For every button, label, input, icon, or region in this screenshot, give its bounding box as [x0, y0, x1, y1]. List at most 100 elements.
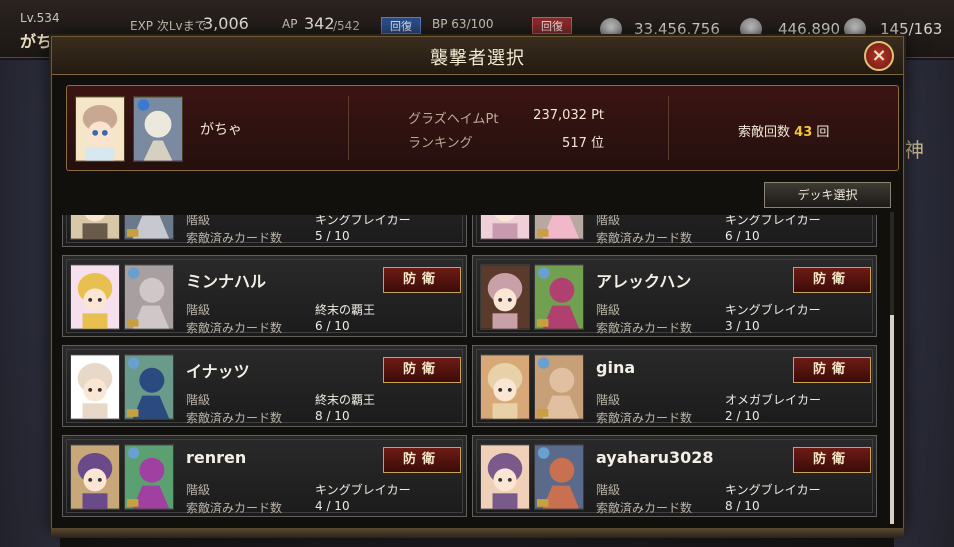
rank-value: キングブレイカー — [725, 483, 821, 497]
player-name: がちゃ — [200, 122, 242, 138]
rank-label: 階級 — [186, 393, 211, 407]
rank-label: 階級 — [596, 483, 621, 497]
ap-recover-button[interactable]: 回復 — [381, 17, 421, 34]
searched-cards-value: 6 / 10 — [315, 319, 350, 333]
search-count-suffix: 回 — [816, 125, 830, 140]
search-count-prefix: 索敵回数 — [738, 125, 791, 140]
rank-label: 階級 — [596, 393, 621, 407]
opponent-avatar — [70, 444, 120, 510]
opponent-card[interactable]: 防衛 階級 キングブレイカー 索敵済みカード数 6 / 10 — [472, 215, 877, 247]
points-label: グラズヘイムPt — [408, 112, 499, 127]
player-card-icon — [133, 96, 183, 162]
searched-cards-label: 索敵済みカード数 — [186, 321, 283, 335]
opponent-card-icon — [534, 444, 584, 510]
opponent-card[interactable]: gina 防衛 階級 オメガブレイカー 索敵済みカード数 2 / 10 — [472, 345, 877, 427]
dialog-frame-bottom — [51, 528, 904, 538]
searched-cards-value: 6 / 10 — [725, 229, 760, 243]
defend-button[interactable]: 防衛 — [793, 267, 871, 293]
rank-label: 階級 — [596, 303, 621, 317]
player-level: Lv.534 — [20, 11, 60, 25]
points-value: 237,032 Pt — [533, 108, 604, 123]
searched-cards-value: 4 / 10 — [315, 499, 350, 513]
opponent-card-icon — [534, 264, 584, 330]
rank-value: 終末の覇王 — [315, 303, 376, 317]
opponent-avatar — [70, 354, 120, 420]
rank-label: 階級 — [186, 215, 211, 227]
background-side-text: 神 — [904, 138, 924, 162]
player-summary: がちゃ グラズヘイムPt 237,032 Pt ランキング 517 位 索敵回数… — [66, 85, 899, 171]
close-button[interactable]: × — [864, 41, 894, 71]
defend-button[interactable]: 防衛 — [383, 267, 461, 293]
searched-cards-value: 8 / 10 — [725, 499, 760, 513]
opponent-card[interactable]: ミンナハル 防衛 階級 終末の覇王 索敵済みカード数 6 / 10 — [62, 255, 467, 337]
opponent-card-icon — [534, 215, 584, 240]
opponent-card[interactable]: 防衛 階級 キングブレイカー 索敵済みカード数 5 / 10 — [62, 215, 467, 247]
rank-value: キングブレイカー — [725, 303, 821, 317]
defend-button[interactable]: 防衛 — [793, 447, 871, 473]
ap-max: /542 — [333, 19, 360, 33]
dialog-header: 襲撃者選択 × — [52, 37, 903, 75]
searched-cards-label: 索敵済みカード数 — [186, 231, 283, 245]
rank-value: キングブレイカー — [315, 215, 411, 227]
exp-value: 3,006 — [203, 14, 249, 33]
searched-cards-label: 索敵済みカード数 — [186, 501, 283, 515]
opponent-avatar — [480, 444, 530, 510]
rank-value: 終末の覇王 — [315, 393, 376, 407]
opponent-card[interactable]: ayaharu3028 防衛 階級 キングブレイカー 索敵済みカード数 8 / … — [472, 435, 877, 517]
rank-value: オメガブレイカー — [725, 393, 822, 407]
ranking-value: 517 位 — [562, 136, 604, 151]
opponent-avatar — [70, 215, 120, 240]
defend-button[interactable]: 防衛 — [793, 357, 871, 383]
opponent-card[interactable]: イナッツ 防衛 階級 終末の覇王 索敵済みカード数 8 / 10 — [62, 345, 467, 427]
defend-button[interactable]: 防衛 — [383, 357, 461, 383]
bp-recover-button[interactable]: 回復 — [532, 17, 572, 34]
exp-label: EXP 次Lvまで — [130, 19, 207, 33]
rank-label: 階級 — [186, 303, 211, 317]
searched-cards-label: 索敵済みカード数 — [596, 321, 693, 335]
rank-value: キングブレイカー — [315, 483, 411, 497]
opponent-name: ayaharu3028 — [596, 448, 714, 467]
searched-cards-value: 3 / 10 — [725, 319, 760, 333]
ap-value: 342 — [304, 14, 335, 33]
searched-cards-value: 8 / 10 — [315, 409, 350, 423]
opponent-name: ミンナハル — [186, 272, 267, 291]
searched-cards-value: 5 / 10 — [315, 229, 350, 243]
opponent-avatar — [70, 264, 120, 330]
opponent-card[interactable]: renren 防衛 階級 キングブレイカー 索敵済みカード数 4 / 10 — [62, 435, 467, 517]
searched-cards-label: 索敵済みカード数 — [596, 411, 693, 425]
searched-cards-value: 2 / 10 — [725, 409, 760, 423]
player-name-hud: がち — [20, 32, 53, 51]
opponent-avatar — [480, 215, 530, 240]
bp-value: BP 63/100 — [432, 17, 494, 31]
searched-cards-label: 索敵済みカード数 — [186, 411, 283, 425]
opponent-card-icon — [124, 264, 174, 330]
opponent-card[interactable]: アレックハン 防衛 階級 キングブレイカー 索敵済みカード数 3 / 10 — [472, 255, 877, 337]
search-count: 索敵回数 43 回 — [738, 121, 829, 140]
opponent-avatar — [480, 354, 530, 420]
opponent-list: 防衛 階級 キングブレイカー 索敵済みカード数 5 / 10 — [62, 215, 888, 525]
scrollbar-thumb[interactable] — [890, 315, 894, 524]
opponent-name: gina — [596, 358, 636, 377]
opponent-card-icon — [534, 354, 584, 420]
raider-select-dialog: 襲撃者選択 × がちゃ グラズヘイムPt 237,032 Pt ランキング 51… — [51, 36, 904, 530]
opponent-name: イナッツ — [186, 362, 250, 381]
player-avatar — [75, 96, 125, 162]
searched-cards-label: 索敵済みカード数 — [596, 231, 693, 245]
rank-label: 階級 — [596, 215, 621, 227]
opponent-name: renren — [186, 448, 247, 467]
search-count-number: 43 — [794, 125, 813, 140]
divider — [348, 96, 349, 160]
deck-select-button[interactable]: デッキ選択 — [764, 182, 891, 208]
opponent-card-icon — [124, 215, 174, 240]
searched-cards-label: 索敵済みカード数 — [596, 501, 693, 515]
opponent-avatar — [480, 264, 530, 330]
ranking-label: ランキング — [408, 136, 473, 151]
defend-button[interactable]: 防衛 — [383, 447, 461, 473]
divider — [668, 96, 669, 160]
opponent-card-icon — [124, 444, 174, 510]
ap-label: AP — [282, 17, 298, 31]
opponent-card-icon — [124, 354, 174, 420]
rank-label: 階級 — [186, 483, 211, 497]
dialog-title: 襲撃者選択 — [430, 48, 525, 69]
rank-value: キングブレイカー — [725, 215, 821, 227]
